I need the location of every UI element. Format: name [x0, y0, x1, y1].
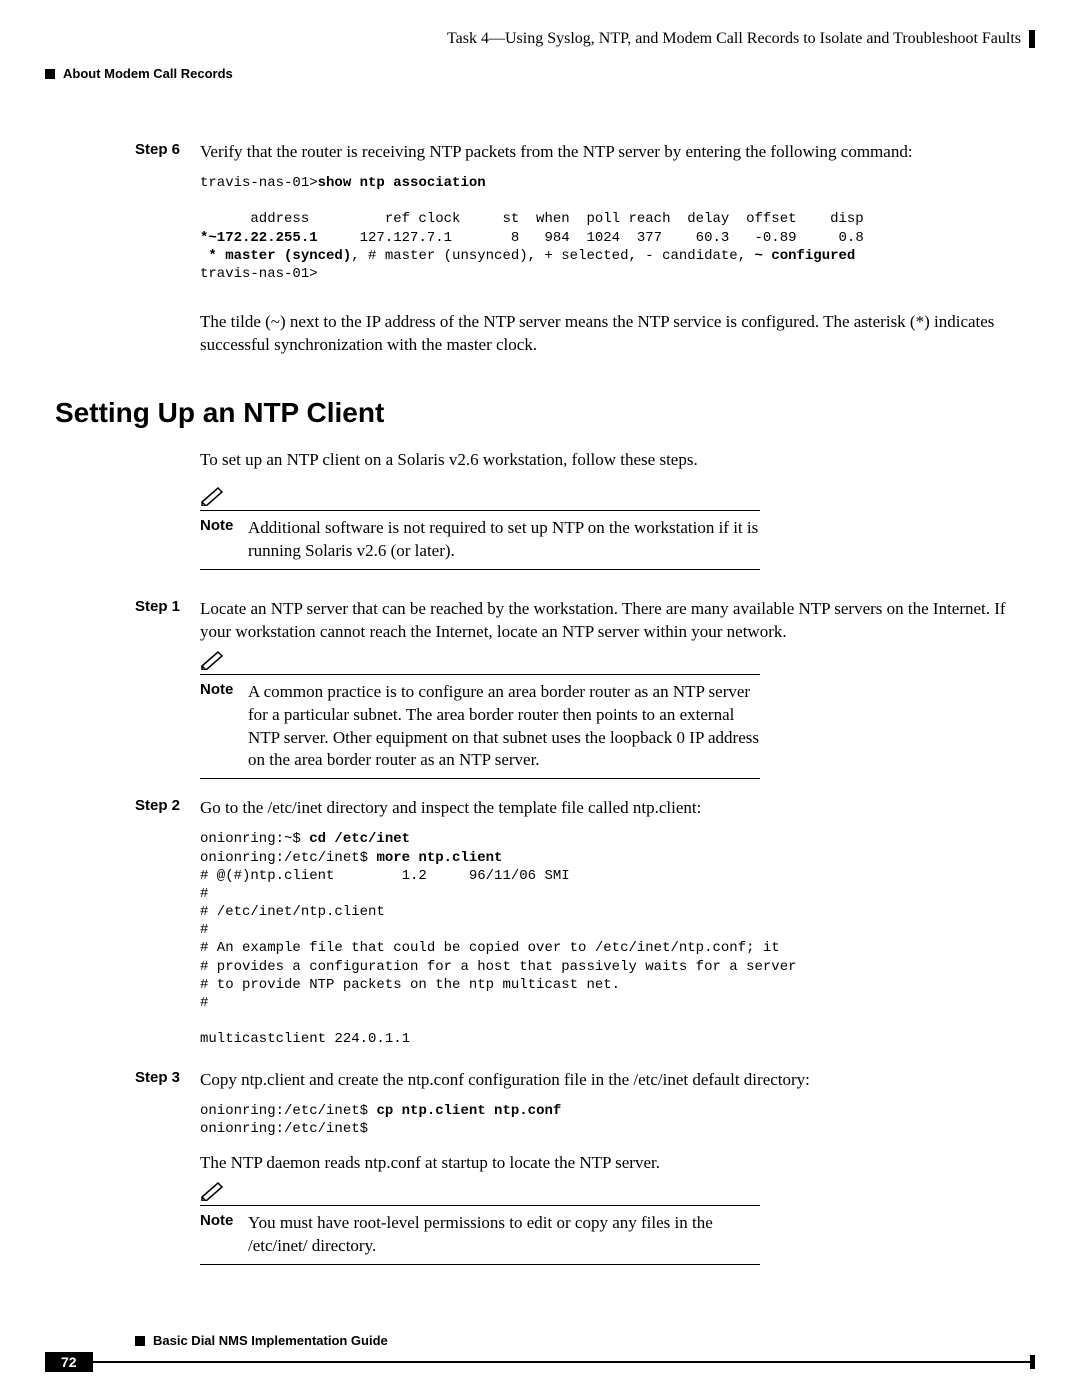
pencil-icon — [200, 650, 226, 670]
note-label: Note — [200, 1212, 248, 1258]
step-body: Verify that the router is receiving NTP … — [200, 141, 1035, 297]
note-label: Note — [200, 517, 248, 563]
page-number: 72 — [45, 1352, 93, 1372]
note-text: A common practice is to configure an are… — [248, 681, 760, 773]
code-block: onionring:~$ cd /etc/inet onionring:/etc… — [200, 830, 1035, 1048]
explanation-paragraph: The tilde (~) next to the IP address of … — [200, 311, 1035, 357]
step-1: Step 1 Locate an NTP server that can be … — [45, 598, 1035, 644]
step-body: Go to the /etc/inet directory and inspec… — [200, 797, 1035, 1062]
note-text: Additional software is not required to s… — [248, 517, 760, 563]
step-3: Step 3 Copy ntp.client and create the nt… — [45, 1069, 1035, 1175]
step-2: Step 2 Go to the /etc/inet directory and… — [45, 797, 1035, 1062]
code-block: travis-nas-01>show ntp association addre… — [200, 174, 1035, 283]
code-block: onionring:/etc/inet$ cp ntp.client ntp.c… — [200, 1102, 1035, 1138]
explanation-paragraph: The NTP daemon reads ntp.conf at startup… — [200, 1152, 1035, 1175]
step-body: Locate an NTP server that can be reached… — [200, 598, 1035, 644]
step-label: Step 2 — [135, 797, 200, 1062]
header-square-icon — [45, 69, 55, 79]
page-header: Task 4—Using Syslog, NTP, and Modem Call… — [45, 30, 1035, 81]
footer-tick-icon — [1030, 1355, 1035, 1369]
step-label: Step 1 — [135, 598, 200, 644]
note-block: Note Additional software is not required… — [200, 486, 1035, 570]
step-6: Step 6 Verify that the router is receivi… — [45, 141, 1035, 297]
step-label: Step 6 — [135, 141, 200, 297]
header-chapter-title: Task 4—Using Syslog, NTP, and Modem Call… — [447, 30, 1021, 48]
note-block: Note You must have root-level permission… — [200, 1181, 1035, 1265]
pencil-icon — [200, 486, 226, 506]
footer-square-icon — [135, 1336, 145, 1346]
pencil-icon — [200, 1181, 226, 1201]
footer-rule — [93, 1361, 1030, 1363]
document-page: Task 4—Using Syslog, NTP, and Modem Call… — [0, 0, 1080, 1390]
footer-guide-title: Basic Dial NMS Implementation Guide — [153, 1333, 388, 1348]
header-bar-icon — [1029, 30, 1035, 48]
step-label: Step 3 — [135, 1069, 200, 1175]
note-label: Note — [200, 681, 248, 773]
note-text: You must have root-level permissions to … — [248, 1212, 760, 1258]
note-block: Note A common practice is to configure a… — [200, 650, 1035, 780]
page-footer: Basic Dial NMS Implementation Guide 72 — [45, 1333, 1035, 1372]
section-intro: To set up an NTP client on a Solaris v2.… — [200, 449, 1035, 472]
header-section-title: About Modem Call Records — [63, 66, 233, 81]
step-body: Copy ntp.client and create the ntp.conf … — [200, 1069, 1035, 1175]
section-heading: Setting Up an NTP Client — [55, 397, 1035, 429]
